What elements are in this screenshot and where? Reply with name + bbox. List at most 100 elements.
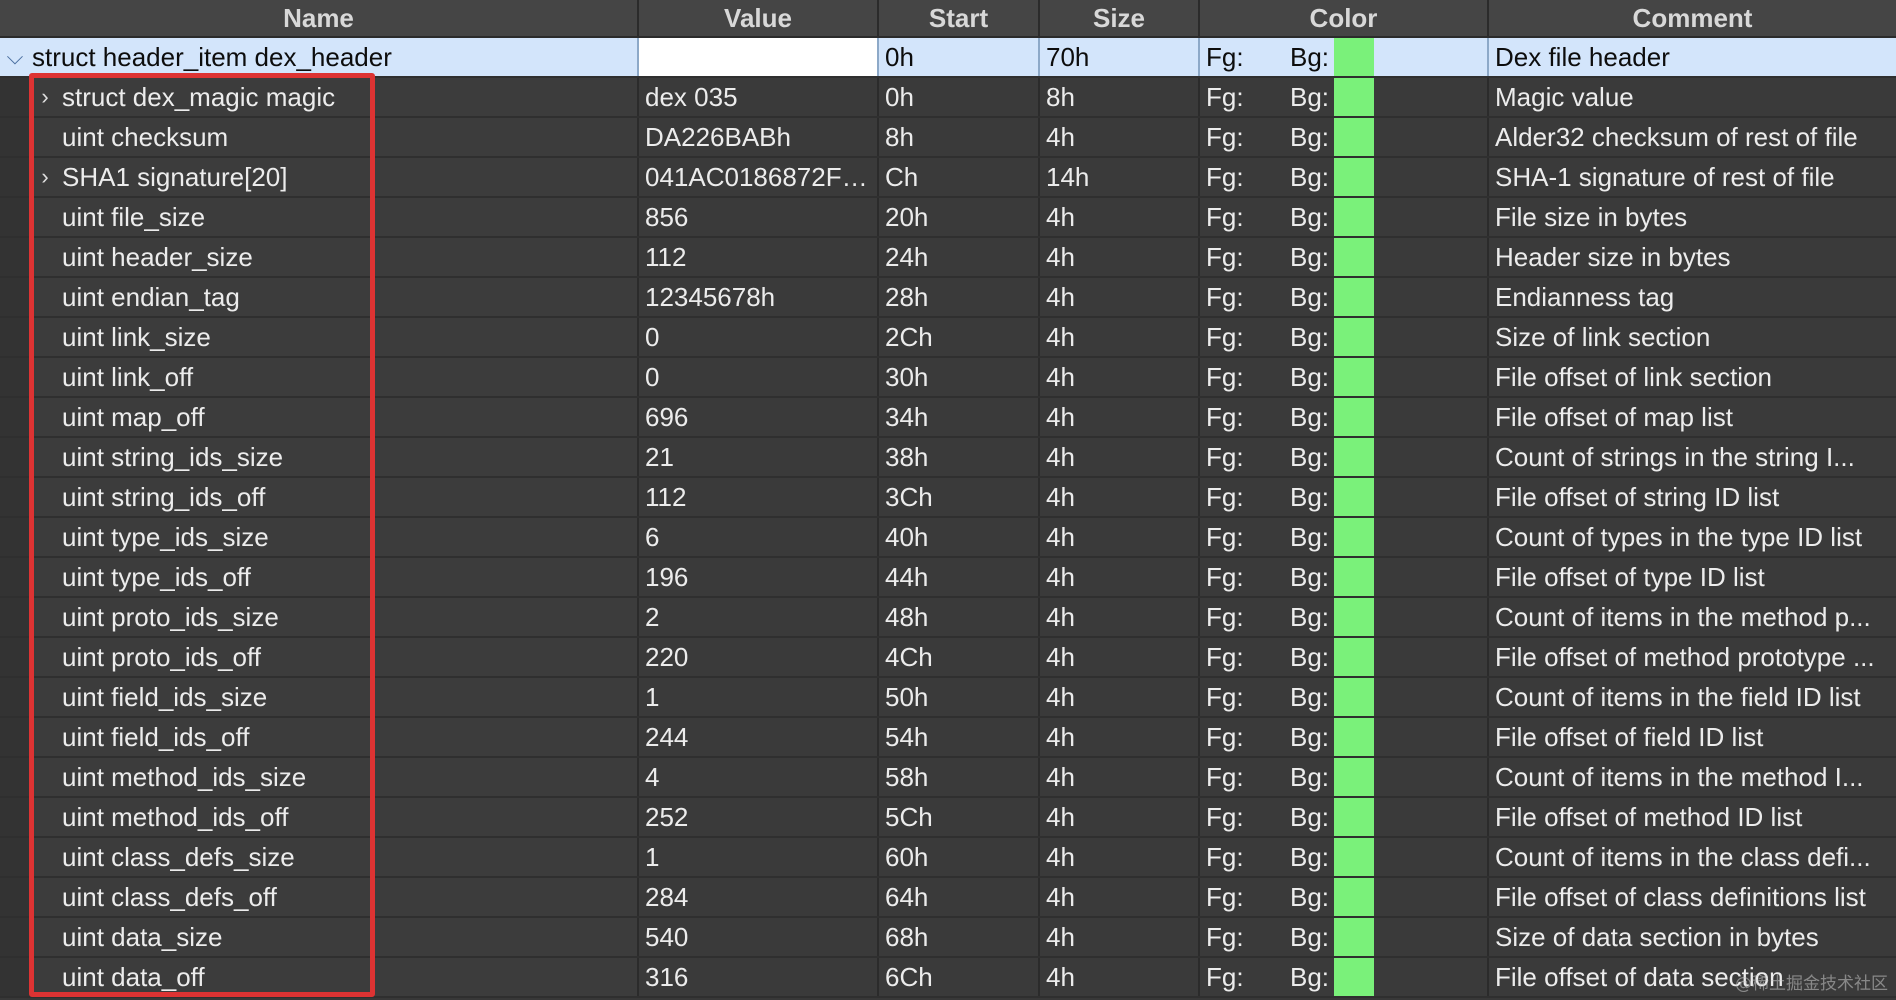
value-cell[interactable]: 1 xyxy=(638,677,879,718)
bg-color-swatch[interactable] xyxy=(1334,758,1374,795)
table-row[interactable]: uint string_ids_off 112 3Ch 4h Fg: Bg: F… xyxy=(0,477,1896,518)
color-cell[interactable]: Fg: Bg: xyxy=(1199,157,1489,198)
color-cell[interactable]: Fg: Bg: xyxy=(1199,397,1489,438)
table-row[interactable]: uint field_ids_size 1 50h 4h Fg: Bg: Cou… xyxy=(0,677,1896,718)
table-row[interactable]: uint endian_tag 12345678h 28h 4h Fg: Bg:… xyxy=(0,277,1896,318)
bg-color-swatch[interactable] xyxy=(1334,638,1374,675)
bg-color-swatch[interactable] xyxy=(1334,478,1374,515)
value-cell[interactable]: 244 xyxy=(638,717,879,758)
bg-color-swatch[interactable] xyxy=(1334,718,1374,755)
bg-color-swatch[interactable] xyxy=(1334,918,1374,955)
value-cell[interactable]: 12345678h xyxy=(638,277,879,318)
value-cell[interactable]: 696 xyxy=(638,397,879,438)
table-row[interactable]: uint data_size 540 68h 4h Fg: Bg: Size o… xyxy=(0,917,1896,958)
color-cell[interactable]: Fg: Bg: xyxy=(1199,477,1489,518)
table-row[interactable]: › struct dex_magic magic dex 035 0h 8h F… xyxy=(0,77,1896,118)
value-cell[interactable]: 0 xyxy=(638,357,879,398)
bg-color-swatch[interactable] xyxy=(1334,278,1374,315)
table-row[interactable]: uint proto_ids_size 2 48h 4h Fg: Bg: Cou… xyxy=(0,597,1896,638)
value-cell[interactable]: 112 xyxy=(638,477,879,518)
color-cell[interactable]: Fg: Bg: xyxy=(1199,277,1489,318)
column-header-value[interactable]: Value xyxy=(638,0,879,38)
bg-color-swatch[interactable] xyxy=(1334,518,1374,555)
table-row[interactable]: uint type_ids_size 6 40h 4h Fg: Bg: Coun… xyxy=(0,517,1896,558)
color-cell[interactable]: Fg: Bg: xyxy=(1199,917,1489,958)
bg-color-swatch[interactable] xyxy=(1334,798,1374,835)
color-cell[interactable]: Fg: Bg: xyxy=(1199,517,1489,558)
bg-color-swatch[interactable] xyxy=(1334,398,1374,435)
color-cell[interactable]: Fg: Bg: xyxy=(1199,37,1489,78)
bg-color-swatch[interactable] xyxy=(1334,558,1374,595)
value-cell[interactable]: 196 xyxy=(638,557,879,598)
table-row[interactable]: uint proto_ids_off 220 4Ch 4h Fg: Bg: Fi… xyxy=(0,637,1896,678)
value-cell[interactable]: 112 xyxy=(638,237,879,278)
bg-color-swatch[interactable] xyxy=(1334,38,1374,75)
chevron-right-icon[interactable]: › xyxy=(30,164,60,190)
value-cell[interactable]: 21 xyxy=(638,437,879,478)
color-cell[interactable]: Fg: Bg: xyxy=(1199,717,1489,758)
table-row[interactable]: › SHA1 signature[20] 041AC0186872F1... C… xyxy=(0,157,1896,198)
bg-color-swatch[interactable] xyxy=(1334,118,1374,155)
bg-color-swatch[interactable] xyxy=(1334,198,1374,235)
table-row[interactable]: uint file_size 856 20h 4h Fg: Bg: File s… xyxy=(0,197,1896,238)
table-row[interactable]: uint link_size 0 2Ch 4h Fg: Bg: Size of … xyxy=(0,317,1896,358)
value-cell[interactable]: 252 xyxy=(638,797,879,838)
color-cell[interactable]: Fg: Bg: xyxy=(1199,837,1489,878)
bg-color-swatch[interactable] xyxy=(1334,358,1374,395)
table-row[interactable]: uint string_ids_size 21 38h 4h Fg: Bg: C… xyxy=(0,437,1896,478)
table-row[interactable]: uint data_off 316 6Ch 4h Fg: Bg: File of… xyxy=(0,957,1896,998)
column-header-name[interactable]: Name xyxy=(0,0,639,38)
bg-color-swatch[interactable] xyxy=(1334,318,1374,355)
color-cell[interactable]: Fg: Bg: xyxy=(1199,637,1489,678)
value-cell[interactable]: 220 xyxy=(638,637,879,678)
value-cell[interactable]: 316 xyxy=(638,957,879,998)
table-row[interactable]: uint checksum DA226BABh 8h 4h Fg: Bg: Al… xyxy=(0,117,1896,158)
table-row[interactable]: uint class_defs_off 284 64h 4h Fg: Bg: F… xyxy=(0,877,1896,918)
table-row[interactable]: uint link_off 0 30h 4h Fg: Bg: File offs… xyxy=(0,357,1896,398)
color-cell[interactable]: Fg: Bg: xyxy=(1199,557,1489,598)
value-cell[interactable]: 540 xyxy=(638,917,879,958)
value-cell[interactable]: 4 xyxy=(638,757,879,798)
chevron-down-icon[interactable]: ⌵ xyxy=(0,44,30,70)
table-row[interactable]: uint type_ids_off 196 44h 4h Fg: Bg: Fil… xyxy=(0,557,1896,598)
value-cell[interactable]: 041AC0186872F1... xyxy=(638,157,879,198)
column-header-comment[interactable]: Comment xyxy=(1488,0,1896,38)
color-cell[interactable]: Fg: Bg: xyxy=(1199,797,1489,838)
bg-color-swatch[interactable] xyxy=(1334,158,1374,195)
color-cell[interactable]: Fg: Bg: xyxy=(1199,437,1489,478)
table-row[interactable]: uint header_size 112 24h 4h Fg: Bg: Head… xyxy=(0,237,1896,278)
bg-color-swatch[interactable] xyxy=(1334,838,1374,875)
value-cell[interactable]: 0 xyxy=(638,317,879,358)
color-cell[interactable]: Fg: Bg: xyxy=(1199,77,1489,118)
column-header-start[interactable]: Start xyxy=(878,0,1040,38)
table-row[interactable]: uint field_ids_off 244 54h 4h Fg: Bg: Fi… xyxy=(0,717,1896,758)
color-cell[interactable]: Fg: Bg: xyxy=(1199,757,1489,798)
bg-color-swatch[interactable] xyxy=(1334,958,1374,995)
table-row[interactable]: uint class_defs_size 1 60h 4h Fg: Bg: Co… xyxy=(0,837,1896,878)
value-cell[interactable]: 2 xyxy=(638,597,879,638)
chevron-right-icon[interactable]: › xyxy=(30,84,60,110)
color-cell[interactable]: Fg: Bg: xyxy=(1199,357,1489,398)
value-cell[interactable]: DA226BABh xyxy=(638,117,879,158)
value-cell[interactable]: 6 xyxy=(638,517,879,558)
color-cell[interactable]: Fg: Bg: xyxy=(1199,877,1489,918)
value-cell[interactable]: 856 xyxy=(638,197,879,238)
bg-color-swatch[interactable] xyxy=(1334,878,1374,915)
value-cell[interactable]: 284 xyxy=(638,877,879,918)
table-row[interactable]: uint map_off 696 34h 4h Fg: Bg: File off… xyxy=(0,397,1896,438)
color-cell[interactable]: Fg: Bg: xyxy=(1199,957,1489,998)
color-cell[interactable]: Fg: Bg: xyxy=(1199,117,1489,158)
color-cell[interactable]: Fg: Bg: xyxy=(1199,197,1489,238)
color-cell[interactable]: Fg: Bg: xyxy=(1199,237,1489,278)
bg-color-swatch[interactable] xyxy=(1334,598,1374,635)
column-header-size[interactable]: Size xyxy=(1039,0,1200,38)
color-cell[interactable]: Fg: Bg: xyxy=(1199,677,1489,718)
value-cell[interactable]: dex 035 xyxy=(638,77,879,118)
value-cell[interactable]: 1 xyxy=(638,837,879,878)
bg-color-swatch[interactable] xyxy=(1334,438,1374,475)
table-row[interactable]: uint method_ids_off 252 5Ch 4h Fg: Bg: F… xyxy=(0,797,1896,838)
bg-color-swatch[interactable] xyxy=(1334,678,1374,715)
bg-color-swatch[interactable] xyxy=(1334,238,1374,275)
value-cell[interactable] xyxy=(638,37,879,78)
table-row-root[interactable]: ⌵ struct header_item dex_header 0h 70h F… xyxy=(0,37,1896,78)
